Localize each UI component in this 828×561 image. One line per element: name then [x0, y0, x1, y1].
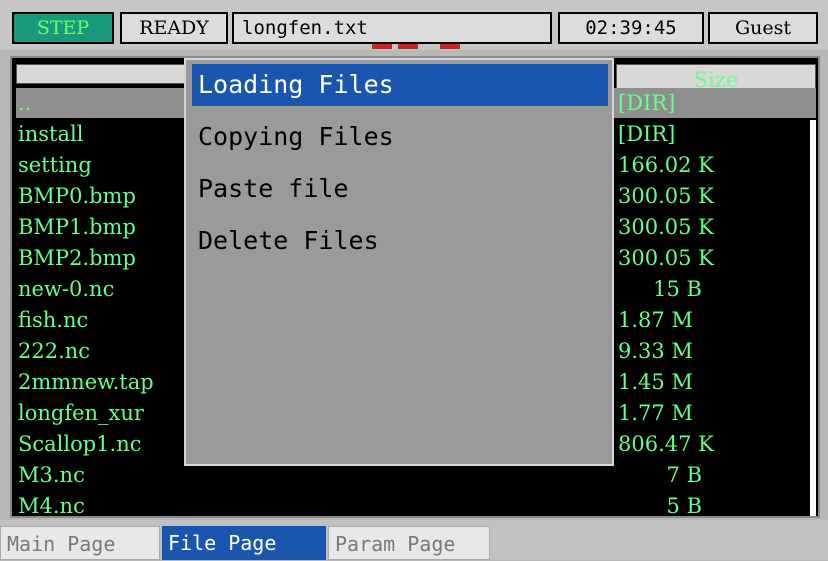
machine-state: READY — [120, 12, 228, 44]
alarm-indicator — [440, 44, 460, 49]
user-label: Guest — [708, 12, 818, 44]
alarm-indicator — [372, 44, 392, 49]
current-file-name: longfen.txt — [232, 12, 552, 44]
file-row-name[interactable]: 2mmnew.tap — [18, 367, 194, 398]
page-tabs: Main Page File Page Param Page — [0, 520, 828, 560]
file-row-size: 300.05 K — [618, 215, 714, 239]
file-row-size: 1.87 M — [618, 308, 693, 332]
file-row-size: 1.45 M — [618, 370, 693, 394]
menu-item-paste-file[interactable]: Paste file — [192, 168, 608, 210]
file-row-size: [DIR] — [618, 122, 676, 146]
file-row-size: 166.02 K — [618, 153, 714, 177]
file-row-name[interactable]: .. — [18, 88, 194, 119]
tab-file-page[interactable]: File Page — [162, 526, 326, 560]
menu-body: Loading Files Copying Files Paste file D… — [192, 64, 608, 460]
file-row-name[interactable]: 222.nc — [18, 336, 194, 367]
file-row-name[interactable]: BMP1.bmp — [18, 212, 194, 243]
file-row-name[interactable]: setting — [18, 150, 194, 181]
file-row-name[interactable]: longfen_xur — [18, 398, 194, 429]
file-row-name[interactable]: BMP0.bmp — [18, 181, 194, 212]
alarm-indicator — [398, 44, 418, 49]
name-column-header[interactable] — [16, 64, 188, 84]
menu-item-loading-files[interactable]: Loading Files — [192, 64, 608, 106]
file-row-size: 806.47 K — [618, 432, 714, 456]
file-row-size: 300.05 K — [618, 184, 714, 208]
menu-item-delete-files[interactable]: Delete Files — [192, 220, 608, 262]
file-row-name[interactable]: M3.nc — [18, 460, 194, 491]
tab-main-page[interactable]: Main Page — [0, 526, 160, 560]
file-row-name[interactable]: Scallop1.nc — [18, 429, 194, 460]
mode-indicator: STEP — [12, 12, 114, 44]
file-row-size: 1.77 M — [618, 401, 693, 425]
file-row-size: [DIR] — [618, 91, 676, 115]
file-row-size: 9.33 M — [618, 339, 693, 363]
menu-item-copying-files[interactable]: Copying Files — [192, 116, 608, 158]
file-row-name[interactable]: M4.nc — [18, 491, 194, 516]
status-bar: STEP READY longfen.txt 02:39:45 Guest — [0, 0, 828, 50]
file-row-size: 15 B — [653, 277, 702, 301]
file-row-size: 7 B — [666, 463, 702, 487]
clock: 02:39:45 — [558, 12, 704, 44]
file-row-name[interactable]: new-0.nc — [18, 274, 194, 305]
file-row-size: 5 B — [666, 494, 702, 518]
tab-param-page[interactable]: Param Page — [328, 526, 490, 560]
file-row-name[interactable]: BMP2.bmp — [18, 243, 194, 274]
file-row-size: 300.05 K — [618, 246, 714, 270]
file-context-menu: Loading Files Copying Files Paste file D… — [184, 58, 614, 466]
scrollbar[interactable] — [810, 120, 816, 516]
file-row-name[interactable]: fish.nc — [18, 305, 194, 336]
file-row-name[interactable]: install — [18, 119, 194, 150]
